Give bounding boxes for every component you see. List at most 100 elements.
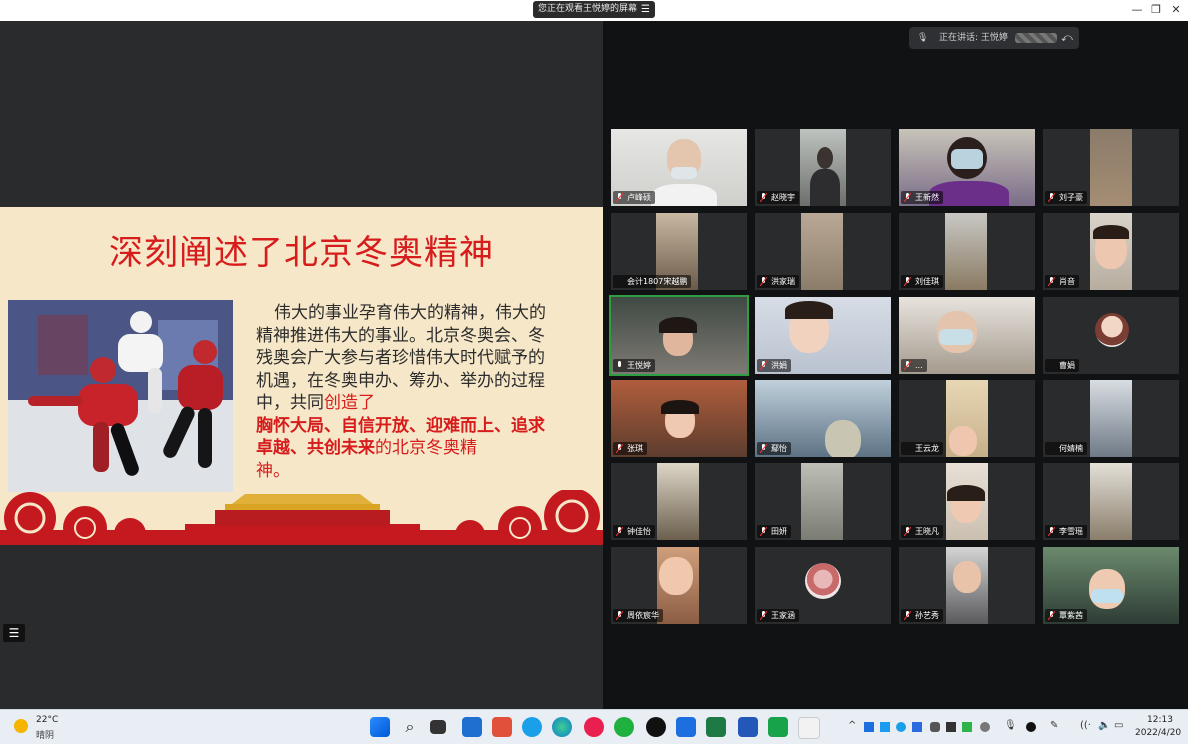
speed-skating-photo bbox=[8, 300, 233, 492]
mic-muted-icon bbox=[760, 193, 767, 202]
tray-cloud-icon[interactable] bbox=[880, 722, 890, 732]
participant-name: 王晓凡 bbox=[901, 525, 943, 538]
paint-app-icon[interactable] bbox=[798, 717, 820, 739]
participant-tile[interactable]: 鄢怡 bbox=[755, 380, 891, 457]
volume-icon[interactable]: 🔈 bbox=[1098, 720, 1110, 731]
tray-app-icon[interactable] bbox=[896, 722, 906, 732]
participant-tile[interactable]: 肖音 bbox=[1043, 213, 1179, 290]
tray-window-icon[interactable] bbox=[946, 722, 956, 732]
clock-time[interactable]: 12:13 bbox=[1147, 715, 1173, 725]
task-view-icon[interactable] bbox=[430, 720, 446, 734]
minimize-button[interactable]: — bbox=[1128, 2, 1146, 18]
participant-name: ... bbox=[901, 359, 927, 372]
tray-status-icon[interactable] bbox=[1026, 722, 1036, 732]
word-icon[interactable] bbox=[738, 717, 758, 737]
participant-tile[interactable]: 曹娟 bbox=[1043, 297, 1179, 374]
weather-temp[interactable]: 22°C bbox=[36, 715, 58, 725]
mic-muted-icon bbox=[760, 277, 767, 286]
participant-tile[interactable]: 会计1807宋越鹏 bbox=[611, 213, 747, 290]
mic-muted-icon bbox=[616, 611, 623, 620]
participant-avatar bbox=[1095, 313, 1129, 347]
widgets-icon[interactable] bbox=[462, 717, 482, 737]
participant-name: 王云龙 bbox=[901, 442, 943, 455]
viewing-screen-banner[interactable]: 您正在观看王悦婷的屏幕 ☰ bbox=[533, 1, 655, 18]
music-app-icon[interactable] bbox=[584, 717, 604, 737]
weather-desc[interactable]: 晴阴 bbox=[36, 728, 54, 741]
participant-name: 洪娟 bbox=[757, 359, 791, 372]
participant-name: 卢峰硕 bbox=[613, 191, 655, 204]
participant-tile[interactable]: 刘子豪 bbox=[1043, 129, 1179, 206]
slide-text-red-tail: 的北京冬奥精 bbox=[375, 438, 477, 458]
participant-name: 赵晓宇 bbox=[757, 191, 799, 204]
participant-tile[interactable]: 赵晓宇 bbox=[755, 129, 891, 206]
edge-icon[interactable] bbox=[552, 717, 572, 737]
qq-icon[interactable] bbox=[646, 717, 666, 737]
wifi-icon[interactable]: ((· bbox=[1080, 720, 1091, 731]
slide-text-normal: 伟大的事业孕育伟大的精神，伟大的精神推进伟大的事业。北京冬奥会、冬残奥会广大参与… bbox=[256, 303, 546, 413]
participant-tile[interactable]: 田妍 bbox=[755, 463, 891, 540]
office-icon[interactable] bbox=[492, 717, 512, 737]
participant-tile[interactable]: 王家涵 bbox=[755, 547, 891, 624]
participant-name: 鄢怡 bbox=[757, 442, 791, 455]
skaters-illustration bbox=[8, 300, 233, 492]
participant-tile[interactable]: 洪娟 bbox=[755, 297, 891, 374]
tray-mic-icon[interactable]: 🎙 bbox=[1004, 720, 1017, 731]
start-icon[interactable] bbox=[370, 717, 390, 737]
participant-tile[interactable]: 刘佳琪 bbox=[899, 213, 1035, 290]
participant-tile[interactable]: 王云龙 bbox=[899, 380, 1035, 457]
mic-on-icon bbox=[618, 361, 621, 367]
participant-tile[interactable]: 张琪 bbox=[611, 380, 747, 457]
tray-meeting-icon[interactable] bbox=[864, 722, 874, 732]
collapse-icon[interactable]: ⤺ bbox=[1061, 27, 1073, 49]
speaking-label: 正在讲话: 王悦婷 bbox=[939, 33, 1008, 43]
search-icon[interactable]: ⌕ bbox=[400, 717, 420, 737]
participant-tile[interactable]: 王晓凡 bbox=[899, 463, 1035, 540]
speaking-indicator: 🎙 正在讲话: 王悦婷 ⤺ bbox=[909, 27, 1079, 49]
meeting-app-icon[interactable] bbox=[676, 717, 696, 737]
mic-muted-icon bbox=[760, 527, 767, 536]
participant-tile[interactable]: 洪家瑞 bbox=[755, 213, 891, 290]
viewing-banner-text: 您正在观看王悦婷的屏幕 bbox=[538, 4, 638, 14]
menu-icon[interactable]: ☰ bbox=[641, 1, 650, 18]
slide-body-text: 伟大的事业孕育伟大的精神，伟大的精神推进伟大的事业。北京冬奥会、冬残奥会广大参与… bbox=[256, 302, 561, 482]
participant-name: 覃紫茜 bbox=[1045, 609, 1087, 622]
mic-muted-icon bbox=[616, 527, 623, 536]
window-title-bar: 您正在观看王悦婷的屏幕 ☰ — ❐ ✕ bbox=[0, 0, 1188, 21]
tray-wechat-icon[interactable] bbox=[962, 722, 972, 732]
participant-name: 曹娟 bbox=[1045, 359, 1079, 372]
participant-tile[interactable]: 覃紫茜 bbox=[1043, 547, 1179, 624]
bluetooth-icon[interactable] bbox=[912, 722, 922, 732]
iqiyi-icon[interactable] bbox=[768, 717, 788, 737]
mic-muted-icon bbox=[1048, 193, 1055, 202]
wechat-icon[interactable] bbox=[614, 717, 634, 737]
participant-name: 孙艺秀 bbox=[901, 609, 943, 622]
tray-game-icon[interactable] bbox=[930, 722, 940, 732]
participant-tile[interactable]: 卢峰硕 bbox=[611, 129, 747, 206]
tray-misc-icon[interactable] bbox=[980, 722, 990, 732]
close-button[interactable]: ✕ bbox=[1167, 2, 1185, 18]
participant-tile[interactable]: 钟佳怡 bbox=[611, 463, 747, 540]
participant-tile[interactable]: 周依宸华 bbox=[611, 547, 747, 624]
excel-icon[interactable] bbox=[706, 717, 726, 737]
participant-tile[interactable]: 王新然 bbox=[899, 129, 1035, 206]
mic-muted-icon bbox=[1048, 527, 1055, 536]
mic-icon: 🎙 bbox=[917, 33, 929, 43]
list-icon[interactable]: ☰ bbox=[3, 624, 25, 642]
mic-muted-icon bbox=[904, 527, 911, 536]
tray-overflow-icon[interactable]: ^ bbox=[848, 720, 856, 731]
participant-tile[interactable]: 李雪瑶 bbox=[1043, 463, 1179, 540]
tray-pen-icon[interactable]: ✎ bbox=[1050, 720, 1058, 731]
participant-tile[interactable]: 何婧楠 bbox=[1043, 380, 1179, 457]
participant-name: 刘佳琪 bbox=[901, 275, 943, 288]
slide-text-end: 神。 bbox=[256, 460, 290, 481]
participant-tile[interactable]: ... bbox=[899, 297, 1035, 374]
battery-icon[interactable]: ▭ bbox=[1114, 720, 1123, 731]
edge-legacy-icon[interactable] bbox=[522, 717, 542, 737]
mic-muted-icon bbox=[904, 611, 911, 620]
restore-button[interactable]: ❐ bbox=[1147, 2, 1165, 18]
mic-muted-icon bbox=[1048, 277, 1055, 286]
participant-tile-active-speaker[interactable]: 王悦婷 bbox=[609, 295, 749, 376]
clock-date[interactable]: 2022/4/20 bbox=[1135, 728, 1181, 738]
participant-tile[interactable]: 孙艺秀 bbox=[899, 547, 1035, 624]
participant-name: 王家涵 bbox=[757, 609, 799, 622]
